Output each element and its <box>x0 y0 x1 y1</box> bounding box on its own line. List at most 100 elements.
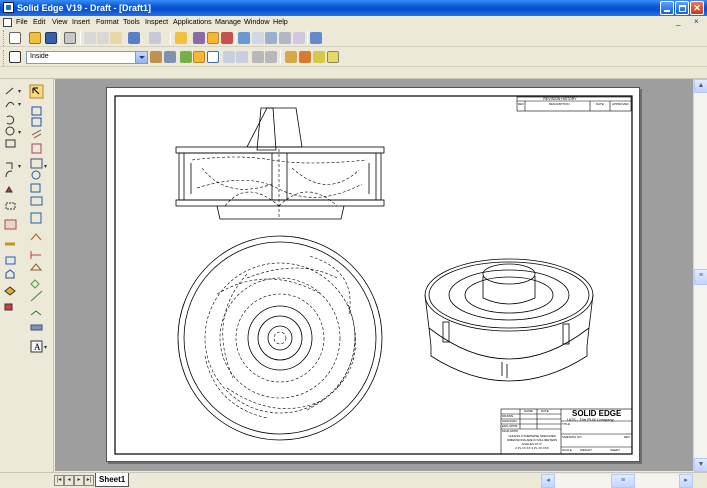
minimize-button[interactable] <box>660 1 674 15</box>
next-sheet-button[interactable]: ▸ <box>74 475 84 486</box>
detail-icon[interactable] <box>30 264 44 276</box>
menu-insert[interactable]: Insert <box>72 17 90 26</box>
frame-icon[interactable] <box>207 51 219 63</box>
rectangle-icon[interactable] <box>3 138 17 150</box>
menu-tools[interactable]: Tools <box>123 17 140 26</box>
cut-icon[interactable] <box>84 32 96 44</box>
drawing-canvas[interactable]: REVISION HISTORY REV DESCRIPTION DATE AP… <box>55 79 693 471</box>
menu-help[interactable]: Help <box>273 17 288 26</box>
check-icon[interactable] <box>180 51 192 63</box>
chevron-down-icon[interactable]: ▾ <box>44 344 47 351</box>
prev-sheet-button[interactable]: ◂ <box>64 475 74 486</box>
chevron-down-icon[interactable] <box>135 52 147 63</box>
drawing-view-icon[interactable] <box>313 51 325 63</box>
plane-icon[interactable] <box>9 51 21 63</box>
fillet-icon[interactable] <box>3 159 17 171</box>
maximize-button[interactable] <box>675 1 689 15</box>
inspect-icon[interactable] <box>293 32 305 44</box>
paste-icon[interactable] <box>110 32 122 44</box>
fill-icon[interactable] <box>164 51 176 63</box>
toolbar-grip[interactable] <box>3 30 6 46</box>
menu-edit[interactable]: Edit <box>33 17 45 26</box>
chevron-down-icon[interactable]: ▾ <box>44 163 47 170</box>
help-pointer-icon[interactable] <box>310 32 322 44</box>
chevron-down-icon[interactable]: ▾ <box>18 163 21 170</box>
mdi-close-button[interactable]: × <box>694 17 699 26</box>
menu-view[interactable]: View <box>52 17 67 26</box>
horizontal-scrollbar[interactable]: ◂ ≡ ▸ <box>541 474 693 488</box>
scroll-thumb[interactable]: ≡ <box>694 269 707 285</box>
text-icon[interactable] <box>30 341 44 353</box>
mdi-minimize-button[interactable]: _ <box>676 17 680 26</box>
dimension-icon[interactable] <box>30 107 44 119</box>
toggle-b-icon[interactable] <box>265 51 277 63</box>
menu-applications[interactable]: Applications <box>173 17 212 26</box>
chevron-down-icon[interactable]: ▾ <box>18 88 21 95</box>
solid-edge-app-icon[interactable] <box>3 2 14 13</box>
print-icon[interactable] <box>64 32 76 44</box>
intellisketch-icon[interactable] <box>207 32 219 44</box>
tb-field-sheet: SHEET <box>610 448 621 452</box>
first-sheet-button[interactable]: |◂ <box>54 475 64 486</box>
prev-icon[interactable] <box>223 51 235 63</box>
open-icon[interactable] <box>29 32 41 44</box>
chevron-down-icon[interactable]: ▾ <box>18 129 21 136</box>
drawing-sheet[interactable]: REVISION HISTORY REV DESCRIPTION DATE AP… <box>106 87 640 462</box>
menu-window[interactable]: Window <box>244 17 270 26</box>
save-icon[interactable] <box>45 32 57 44</box>
curve-icon[interactable] <box>3 99 17 111</box>
undo-icon[interactable] <box>128 32 140 44</box>
last-sheet-button[interactable]: ▸| <box>84 475 94 486</box>
circle-icon[interactable] <box>3 125 17 137</box>
box-icon[interactable] <box>193 51 205 63</box>
section-icon[interactable] <box>30 234 44 246</box>
menu-file[interactable]: File <box>16 17 28 26</box>
toolbar-grip[interactable] <box>3 50 6 66</box>
arc-icon[interactable] <box>3 113 17 125</box>
highlight-icon[interactable] <box>175 32 187 44</box>
select-icon[interactable] <box>30 85 44 97</box>
scroll-down-button[interactable]: ▼ <box>694 458 707 472</box>
fit-icon[interactable] <box>265 32 277 44</box>
redo-icon[interactable] <box>149 32 161 44</box>
plane-select-value: Inside <box>30 53 49 60</box>
line-icon[interactable] <box>3 85 17 97</box>
menu-manage[interactable]: Manage <box>215 17 241 26</box>
info-icon[interactable] <box>327 51 339 63</box>
sheet-setup-icon[interactable] <box>299 51 311 63</box>
window-title: Solid Edge V19 - Draft - [Draft1] <box>17 3 152 13</box>
hscroll-thumb[interactable]: ≡ <box>611 474 635 488</box>
copy-icon[interactable] <box>97 32 109 44</box>
tb-field-dwg-no: DWG NO <box>569 435 582 439</box>
toolbar-spacer <box>0 67 707 79</box>
folder-icon[interactable] <box>285 51 297 63</box>
plane-select[interactable]: Inside <box>26 51 148 64</box>
standard-toolbar <box>0 29 707 47</box>
tb-field-weight: WEIGHT <box>580 448 592 452</box>
zoom-area-icon[interactable] <box>238 32 250 44</box>
document-icon[interactable] <box>3 18 12 27</box>
toggle-a-icon[interactable] <box>252 51 264 63</box>
annotation-icon[interactable] <box>30 291 44 303</box>
new-icon[interactable] <box>9 32 21 44</box>
layer-icon[interactable] <box>150 51 162 63</box>
grid-icon[interactable] <box>193 32 205 44</box>
relationship-icon[interactable] <box>221 32 233 44</box>
tab-sheet1[interactable]: Sheet1 <box>95 473 129 487</box>
scroll-up-button[interactable]: ▲ <box>694 79 707 93</box>
symbol-icon[interactable] <box>30 159 44 171</box>
next-icon[interactable] <box>236 51 248 63</box>
scroll-right-button[interactable]: ▸ <box>679 474 693 488</box>
pan-icon[interactable] <box>279 32 291 44</box>
isometric-view <box>424 258 594 382</box>
view-icon[interactable] <box>30 213 44 225</box>
close-button[interactable]: ✕ <box>690 1 704 15</box>
chevron-down-icon[interactable]: ▾ <box>18 101 21 108</box>
menu-format[interactable]: Format <box>96 17 119 26</box>
tb-col-date: DATE <box>541 409 549 413</box>
zoom-icon[interactable] <box>252 32 264 44</box>
vertical-scrollbar[interactable]: ▲ ≡ ▼ <box>693 79 707 472</box>
menu-inspect[interactable]: Inspect <box>145 17 168 26</box>
scroll-left-button[interactable]: ◂ <box>541 474 555 488</box>
separator <box>235 31 236 45</box>
